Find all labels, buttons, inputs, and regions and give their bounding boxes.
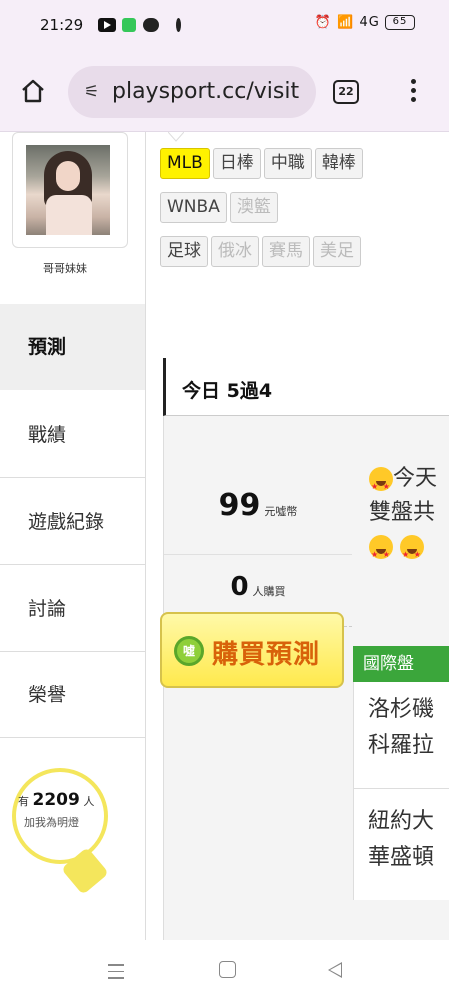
tab-switcher-button[interactable]: 22 <box>333 80 359 104</box>
tag-khl[interactable]: 俄冰 <box>211 236 259 267</box>
status-right-icons: ⏰ 📶 4G 65 <box>315 15 415 30</box>
chat-notification-icon <box>143 18 159 32</box>
status-time: 21:29 <box>40 16 84 34</box>
tag-nbl[interactable]: 澳籃 <box>229 192 278 223</box>
url-text[interactable]: playsport.cc/visit <box>112 79 308 104</box>
game-team: 洛杉磯 <box>368 697 435 722</box>
youtube-notification-icon <box>98 18 116 32</box>
sidebar-item-predictions[interactable]: 預測 <box>0 304 145 390</box>
more-notifications-icon <box>176 18 181 32</box>
today-title: 今日 5過4 <box>182 380 273 402</box>
address-bar[interactable]: ⚟ playsport.cc/visit <box>68 66 316 118</box>
tag-wnba[interactable]: WNBA <box>160 192 227 223</box>
sidebar-item-honors[interactable]: 榮譽 <box>0 652 145 738</box>
tag-npb[interactable]: 日棒 <box>212 148 261 179</box>
system-navigation-bar <box>0 940 449 1000</box>
tag-cpbl[interactable]: 中職 <box>263 148 312 179</box>
star-struck-emoji-icon <box>369 467 393 504</box>
game-team: 科羅拉 <box>368 733 435 758</box>
app-notification-icon <box>122 18 136 32</box>
tag-nfl[interactable]: 美足 <box>313 236 361 267</box>
avatar-photo <box>26 145 110 235</box>
tag-horse-racing[interactable]: 賽馬 <box>262 236 310 267</box>
site-settings-icon[interactable]: ⚟ <box>84 82 99 102</box>
network-label: 4G <box>359 15 380 30</box>
star-struck-emoji-icon <box>369 535 393 564</box>
beacon-follow-button[interactable]: 有 2209 人 加我為明燈 <box>12 768 112 898</box>
tag-kbo[interactable]: 韓棒 <box>314 148 363 179</box>
game-team: 紐約大 <box>368 809 435 834</box>
sidebar-item-game-history[interactable]: 遊戲紀錄 <box>0 479 145 565</box>
avatar[interactable] <box>12 132 128 248</box>
star-struck-emoji-icon <box>400 535 424 564</box>
back-icon[interactable] <box>328 962 342 978</box>
username[interactable]: 哥哥妹妹 <box>0 260 130 276</box>
recent-apps-icon[interactable] <box>108 964 124 984</box>
status-bar: 21:29 ⏰ 📶 4G 65 <box>0 0 449 52</box>
browser-toolbar: ⚟ playsport.cc/visit 22 <box>0 52 449 132</box>
buyer-count: 0 人購買 <box>230 572 286 602</box>
tag-mlb[interactable]: MLB <box>160 148 210 179</box>
category-international: 國際盤 <box>353 646 449 682</box>
home-button-icon[interactable] <box>219 961 236 978</box>
tag-soccer[interactable]: 足球 <box>160 236 208 267</box>
prediction-panel: 99元噓幣 0人購買 噓 購買預測 今天 雙盤共 國際盤 洛杉磯 科羅拉 紐約大… <box>160 416 449 940</box>
price: 99 元噓幣 <box>218 488 298 523</box>
prediction-intro: 今天 雙盤共 <box>369 462 449 564</box>
more-options-icon[interactable] <box>411 79 417 105</box>
buy-prediction-button[interactable]: 噓 購買預測 <box>160 612 344 688</box>
sport-tags: MLB 日棒 中職 韓棒 WNBA 澳籃 足球 俄冰 賽馬 美足 <box>160 148 449 280</box>
profile-sidebar: 哥哥妹妹 預測 戰績 遊戲紀錄 討論 榮譽 有 2209 人 加我為明燈 <box>0 132 146 940</box>
follower-count: 2209 <box>32 790 80 810</box>
sidebar-item-discussion[interactable]: 討論 <box>0 566 145 652</box>
home-icon[interactable] <box>20 78 46 104</box>
games-list: 洛杉磯 科羅拉 紐約大 華盛頓 <box>353 682 449 900</box>
sidebar-item-record[interactable]: 戰績 <box>0 392 145 478</box>
main-content: MLB 日棒 中職 韓棒 WNBA 澳籃 足球 俄冰 賽馬 美足 今日 5過4 99 元噓幣 0… <box>146 132 449 940</box>
coin-icon: 噓 <box>174 636 204 666</box>
price-box: 99 元噓幣 0 人購買 <box>164 436 352 627</box>
pointer-notch <box>168 132 184 142</box>
today-header: 今日 5過4 <box>163 358 449 416</box>
buy-prediction-label: 購買預測 <box>212 640 321 670</box>
beacon-caption: 加我為明燈 <box>24 816 79 829</box>
battery-icon: 65 <box>385 15 415 30</box>
game-team: 華盛頓 <box>368 845 435 870</box>
